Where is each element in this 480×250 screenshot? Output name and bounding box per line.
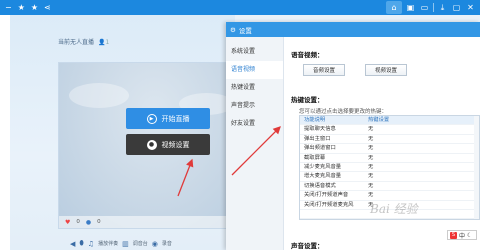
sidebar-item-system[interactable]: 系统设置 <box>226 43 283 61</box>
watermark: Bai 经验 <box>370 202 418 216</box>
bottom-toolbar: ◀ ⬮ ♫ 播放伴奏 ▥ 调音台 ◉ 录音 <box>70 237 245 250</box>
hotkey-cell[interactable]: 无 <box>365 125 479 133</box>
record-label[interactable]: 录音 <box>162 240 172 247</box>
table-row[interactable]: 截取屏幕 无 <box>300 154 479 163</box>
dialog-titlebar: ⚙ 设置 <box>226 22 480 37</box>
function-cell: 截取屏幕 <box>304 154 326 161</box>
sidebar-item-sound-prompt[interactable]: 声音提示 <box>226 97 283 115</box>
accompaniment-label[interactable]: 播放伴奏 <box>98 240 118 247</box>
stage-footer: ♥ 0 ● 0 <box>59 216 250 228</box>
window-icon[interactable]: ▢ <box>451 3 462 12</box>
star-icon[interactable]: ★ <box>18 0 25 15</box>
monitor-icon[interactable]: ▭ <box>419 3 430 12</box>
input-method-icon[interactable]: S <box>450 231 457 239</box>
input-method-label[interactable]: 中 <box>459 231 465 240</box>
left-margin <box>0 15 10 250</box>
function-cell: 提取聊天信息 <box>304 126 336 133</box>
cloud-decoration <box>69 83 129 108</box>
hotkey-cell[interactable]: 无 <box>365 163 479 171</box>
minus-icon[interactable]: − <box>5 0 12 15</box>
viewer-count-value: 1 <box>105 39 110 46</box>
top-bar: − ★ ★ ⋖ ⌂ ▣ ▭ ⤓ ▢ ✕ <box>0 0 480 15</box>
sidebar-item-voice-video[interactable]: 语音视频 <box>226 61 283 79</box>
table-scrollbar[interactable] <box>474 116 479 220</box>
volume-icon[interactable]: ◀ <box>70 240 75 248</box>
sidebar-item-friends[interactable]: 好友设置 <box>226 115 283 133</box>
mic-icon[interactable]: ⬮ <box>79 239 83 248</box>
hotkey-cell[interactable]: 无 <box>365 154 479 162</box>
live-panel: 当前无人直播 👤1 ▶ 开始直播 ● 视频设置 ♥ 0 ● 0 ◀ ⬮ ♫ 播放伴… <box>10 15 251 250</box>
live-title-text: 当前无人直播 <box>58 39 95 46</box>
hotkey-cell[interactable]: 无 <box>365 144 479 152</box>
likes-count: 0 <box>76 219 80 225</box>
settings-dialog: ⚙ 设置 系统设置 语音视频 热键设置 声音提示 好友设置 语音视频： 音频设置… <box>226 22 480 250</box>
video-settings-label: 视频设置 <box>161 140 190 149</box>
audio-settings-button[interactable]: 音频设置 <box>303 64 345 76</box>
music-icon[interactable]: ♫ <box>88 240 94 248</box>
moon-icon[interactable]: ☾ <box>467 232 472 239</box>
record-icon[interactable]: ◉ <box>152 240 158 248</box>
start-live-label: 开始直播 <box>161 114 190 123</box>
settings-body: 语音视频： 音频设置 视频设置 热键设置： 您可以通过点击选择要更改的热键： 功… <box>284 37 480 250</box>
dialog-title: 设置 <box>238 26 252 35</box>
user-icon: ● <box>85 218 92 226</box>
table-header-row: 功能说明 热键设置 <box>300 116 479 126</box>
function-cell: 减少麦克风音量 <box>304 163 342 170</box>
table-row[interactable]: 弹出频道窗口 无 <box>300 144 479 154</box>
column-header-function: 功能说明 <box>304 117 326 123</box>
live-title: 当前无人直播 👤1 <box>58 37 109 46</box>
top-bar-left-icons: − ★ ★ ⋖ <box>0 0 51 15</box>
share-icon[interactable]: ⋖ <box>44 0 51 15</box>
viewer-count: 👤1 <box>98 39 110 46</box>
mixer-label[interactable]: 调音台 <box>133 240 148 247</box>
download-icon[interactable]: ⤓ <box>437 3 448 13</box>
column-header-hotkey: 热键设置 <box>368 117 390 123</box>
divider <box>433 3 434 12</box>
video-settings-dialog-button[interactable]: 视频设置 <box>365 64 407 76</box>
table-row[interactable]: 减少麦克风音量 无 <box>300 163 479 173</box>
home-icon[interactable]: ⌂ <box>386 1 402 14</box>
play-icon: ▶ <box>146 113 157 124</box>
table-row[interactable]: 增大麦克风音量 无 <box>300 172 479 182</box>
table-row[interactable]: 切换语音模式 无 <box>300 182 479 192</box>
close-icon[interactable]: ✕ <box>465 3 476 12</box>
hotkey-cell[interactable]: 无 <box>365 135 479 143</box>
system-tray: S 中 ☾ <box>447 230 477 240</box>
function-cell: 弹出主窗口 <box>304 135 331 142</box>
start-live-button[interactable]: ▶ 开始直播 <box>126 108 210 129</box>
star-icon[interactable]: ★ <box>31 0 38 15</box>
video-settings-button[interactable]: ● 视频设置 <box>126 134 210 155</box>
image-icon[interactable]: ▣ <box>405 3 416 12</box>
table-row[interactable]: 弹出主窗口 无 <box>300 135 479 145</box>
top-bar-right-icons: ⌂ ▣ ▭ ⤓ ▢ ✕ <box>386 0 476 15</box>
video-stage: ▶ 开始直播 ● 视频设置 ♥ 0 ● 0 <box>58 62 251 229</box>
function-cell: 切换语音模式 <box>304 182 336 189</box>
function-cell: 弹出频道窗口 <box>304 145 336 152</box>
gear-icon: ⚙ <box>230 25 236 34</box>
viewers-count: 0 <box>97 219 101 225</box>
hotkey-cell[interactable]: 无 <box>365 191 479 199</box>
hotkey-cell[interactable]: 无 <box>365 182 479 190</box>
voice-video-section-title: 语音视频： <box>291 51 324 59</box>
function-cell: 关闭/打开频道麦克风 <box>304 201 354 208</box>
camera-icon: ● <box>146 139 157 150</box>
function-cell <box>300 210 365 218</box>
table-row[interactable]: 提取聊天信息 无 <box>300 125 479 135</box>
hotkey-cell[interactable]: 无 <box>365 172 479 180</box>
settings-sidebar: 系统设置 语音视频 热键设置 声音提示 好友设置 <box>226 37 284 250</box>
sound-settings-section-title: 声音设置： <box>291 242 324 250</box>
hotkey-hint: 您可以通过点击选择要更改的热键： <box>299 109 388 115</box>
function-cell: 关闭/打开频道声音 <box>304 192 349 199</box>
function-cell: 增大麦克风音量 <box>304 173 342 180</box>
heart-icon[interactable]: ♥ <box>65 219 70 226</box>
mixer-icon[interactable]: ▥ <box>122 240 129 248</box>
sidebar-item-hotkeys[interactable]: 热键设置 <box>226 79 283 97</box>
hotkey-section-title: 热键设置： <box>291 96 324 104</box>
